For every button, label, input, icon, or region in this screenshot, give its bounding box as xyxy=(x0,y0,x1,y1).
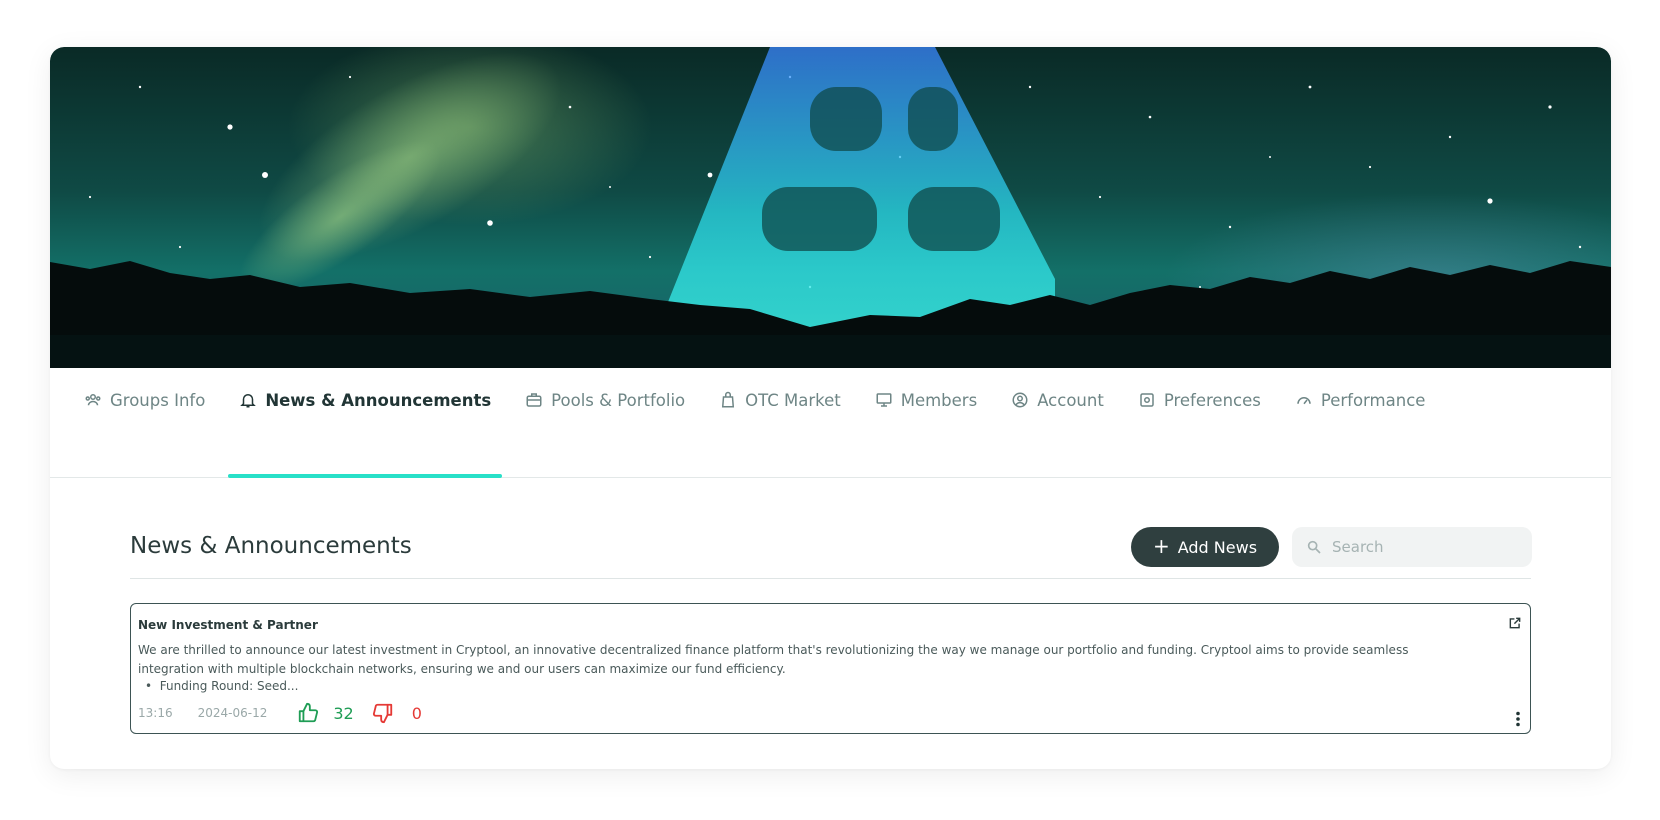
tab-performance[interactable]: Performance xyxy=(1284,368,1437,478)
tab-account[interactable]: Account xyxy=(1000,368,1115,478)
tab-otc-market[interactable]: OTC Market xyxy=(708,368,852,478)
news-item[interactable]: New Investment & Partner We are thrilled… xyxy=(130,603,1531,734)
news-bullet: • Funding Round: Seed... xyxy=(145,679,298,693)
tab-label: Performance xyxy=(1320,390,1426,410)
cover-image xyxy=(50,47,1611,368)
search-icon xyxy=(1307,540,1321,554)
more-options-icon[interactable] xyxy=(1515,711,1521,727)
news-title: New Investment & Partner xyxy=(138,618,318,632)
tab-label: News & Announcements xyxy=(265,390,492,410)
bullet-text: Funding Round: Seed... xyxy=(159,679,299,693)
dislike-count: 0 xyxy=(411,703,422,723)
tab-groups-info[interactable]: Groups Info xyxy=(73,368,216,478)
bell-icon xyxy=(240,394,257,408)
group-card: Groups Info News & Announcements Pools &… xyxy=(50,47,1611,769)
tab-members[interactable]: Members xyxy=(864,368,988,478)
news-time: 13:16 xyxy=(138,706,173,720)
account-circle-icon xyxy=(1012,392,1028,408)
cover-banner xyxy=(50,47,1611,368)
tab-news-announcements[interactable]: News & Announcements xyxy=(228,368,503,478)
tab-bar: Groups Info News & Announcements Pools &… xyxy=(50,368,1611,478)
tab-label: Pools & Portfolio xyxy=(551,390,686,410)
settings-box-icon xyxy=(1140,393,1154,407)
add-news-button[interactable]: + Add News xyxy=(1131,527,1279,567)
tab-label: Preferences xyxy=(1163,390,1261,410)
tab-label: Groups Info xyxy=(110,390,206,410)
search-input[interactable] xyxy=(1332,538,1512,556)
briefcase-icon xyxy=(526,393,542,407)
news-body: We are thrilled to announce our latest i… xyxy=(138,643,1409,676)
divider xyxy=(130,578,1531,579)
thumbs-up-icon[interactable] xyxy=(297,702,319,724)
tab-label: OTC Market xyxy=(745,390,841,410)
search-box xyxy=(1292,527,1532,567)
tab-label: Members xyxy=(900,390,978,410)
speedometer-icon xyxy=(1297,397,1311,405)
like-count: 32 xyxy=(333,703,354,723)
news-meta: 13:16 2024-06-12 32 0 xyxy=(138,702,422,724)
bullet-icon: • xyxy=(145,679,160,693)
plus-icon: + xyxy=(1152,534,1170,558)
external-link-icon[interactable] xyxy=(1508,616,1522,630)
news-date: 2024-06-12 xyxy=(197,706,268,720)
users-icon xyxy=(85,394,101,406)
reactions: 32 0 xyxy=(297,702,422,724)
monitor-icon xyxy=(876,393,892,407)
bag-icon xyxy=(722,391,735,408)
section-title: News & Announcements xyxy=(130,533,412,559)
tab-label: Account xyxy=(1037,390,1104,410)
thumbs-down-icon[interactable] xyxy=(372,702,394,724)
add-news-label: Add News xyxy=(1177,537,1258,557)
tab-preferences[interactable]: Preferences xyxy=(1127,368,1272,478)
tab-pools-portfolio[interactable]: Pools & Portfolio xyxy=(514,368,696,478)
